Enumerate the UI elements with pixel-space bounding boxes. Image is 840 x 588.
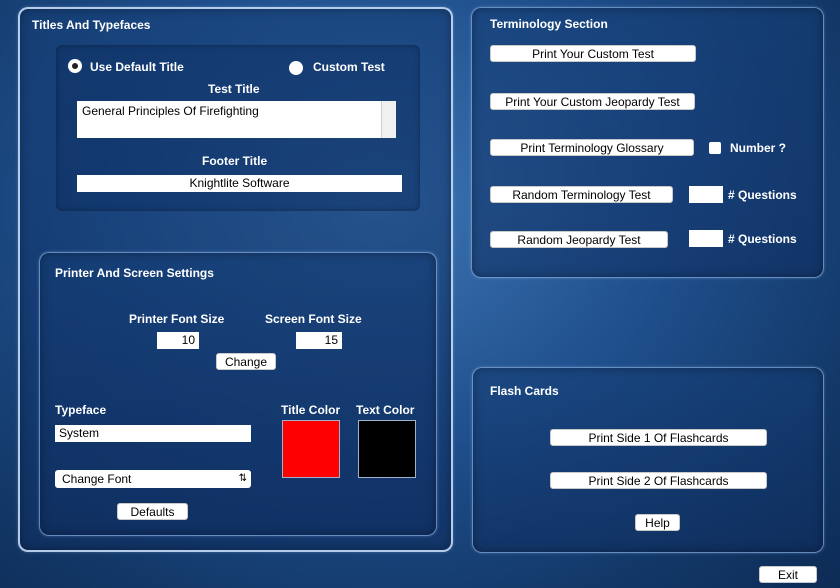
help-button[interactable]: Help xyxy=(635,514,680,531)
change-font-select-label: Change Font xyxy=(62,472,132,486)
jeopardy-questions-field[interactable] xyxy=(689,230,723,247)
footer-title-field[interactable]: Knightlite Software xyxy=(77,175,402,192)
flash-cards-panel: Flash Cards Print Side 1 Of Flashcards P… xyxy=(472,367,824,553)
custom-test-radio[interactable] xyxy=(289,61,303,75)
test-title-scrollbar[interactable] xyxy=(381,101,396,138)
select-updown-icon: ⇅ xyxy=(238,473,247,484)
printer-screen-panel: Printer And Screen Settings Printer Font… xyxy=(39,252,437,536)
use-default-title-radio[interactable] xyxy=(68,59,82,73)
terminology-panel: Terminology Section Print Your Custom Te… xyxy=(471,7,824,278)
terminology-heading: Terminology Section xyxy=(490,17,608,31)
custom-test-label: Custom Test xyxy=(313,60,385,74)
change-font-size-button[interactable]: Change xyxy=(216,353,276,370)
number-checkbox[interactable] xyxy=(709,142,721,154)
print-glossary-button[interactable]: Print Terminology Glossary xyxy=(490,139,694,156)
title-settings-box: Use Default Title Custom Test Test Title… xyxy=(56,45,420,211)
printer-font-size-label: Printer Font Size xyxy=(129,312,225,326)
terminology-questions-field[interactable] xyxy=(689,186,723,203)
terminology-questions-label: # Questions xyxy=(728,188,797,202)
defaults-button[interactable]: Defaults xyxy=(117,503,188,520)
typeface-label: Typeface xyxy=(55,403,107,417)
test-title-text: General Principles Of Firefighting xyxy=(82,104,259,118)
title-color-label: Title Color xyxy=(281,403,341,417)
title-color-swatch[interactable] xyxy=(282,420,340,478)
random-jeopardy-test-button[interactable]: Random Jeopardy Test xyxy=(490,231,668,248)
use-default-title-label: Use Default Title xyxy=(90,60,184,74)
printer-font-size-field[interactable]: 10 xyxy=(157,332,199,349)
screen-font-size-field[interactable]: 15 xyxy=(296,332,342,349)
text-color-swatch[interactable] xyxy=(358,420,416,478)
number-label: Number ? xyxy=(730,141,787,155)
test-title-label: Test Title xyxy=(208,82,260,96)
exit-button[interactable]: Exit xyxy=(759,566,817,583)
jeopardy-questions-label: # Questions xyxy=(728,232,797,246)
text-color-label: Text Color xyxy=(356,403,415,417)
flash-cards-heading: Flash Cards xyxy=(490,384,559,398)
print-side1-button[interactable]: Print Side 1 Of Flashcards xyxy=(550,429,767,446)
screen-font-size-label: Screen Font Size xyxy=(265,312,362,326)
random-terminology-test-button[interactable]: Random Terminology Test xyxy=(490,186,673,203)
titles-typefaces-panel: Titles And Typefaces Use Default Title C… xyxy=(18,7,453,552)
change-font-select[interactable]: Change Font ⇅ xyxy=(55,470,251,488)
typeface-field[interactable]: System xyxy=(55,425,251,442)
print-side2-button[interactable]: Print Side 2 Of Flashcards xyxy=(550,472,767,489)
print-custom-jeopardy-button[interactable]: Print Your Custom Jeopardy Test xyxy=(490,93,695,110)
printer-panel-heading: Printer And Screen Settings xyxy=(55,266,214,280)
titles-panel-heading: Titles And Typefaces xyxy=(32,18,151,32)
footer-title-label: Footer Title xyxy=(202,154,268,168)
print-custom-test-button[interactable]: Print Your Custom Test xyxy=(490,45,696,62)
test-title-textarea[interactable]: General Principles Of Firefighting xyxy=(77,101,396,138)
